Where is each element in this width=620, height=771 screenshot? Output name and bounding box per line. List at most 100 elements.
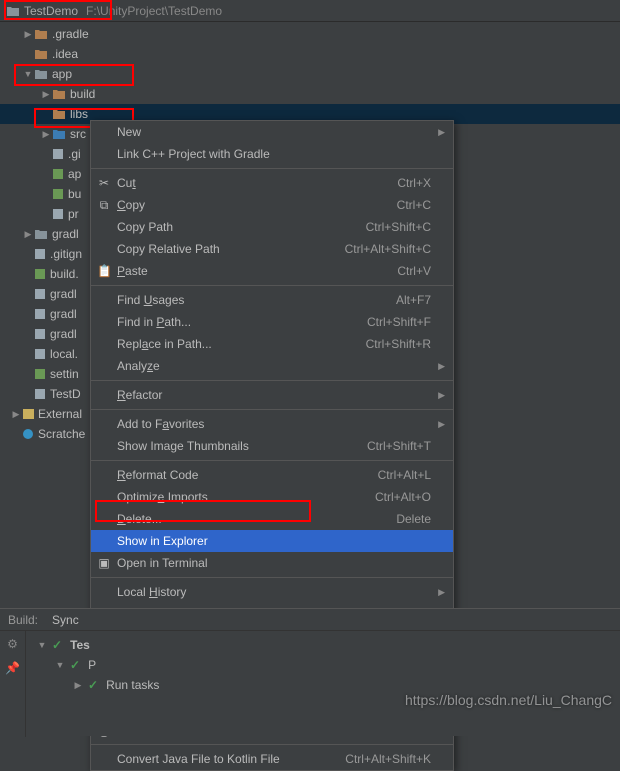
menu-separator <box>91 460 453 461</box>
tree-item-idea[interactable]: .idea <box>0 44 620 64</box>
menu-paste[interactable]: 📋 Paste Ctrl+V <box>91 260 453 282</box>
tree-label: gradl <box>50 327 77 341</box>
build-tool-icon[interactable]: ⚙ <box>7 637 18 651</box>
menu-separator <box>91 380 453 381</box>
terminal-icon: ▣ <box>97 556 111 570</box>
menu-label: Find in Path... <box>117 315 191 329</box>
build-row-project[interactable]: ▼✓Tes <box>26 635 620 655</box>
menu-label: Find Usages <box>117 293 184 307</box>
menu-new[interactable]: New▶ <box>91 121 453 143</box>
menu-shortcut: Ctrl+Shift+C <box>366 220 431 234</box>
pin-icon[interactable]: 📌 <box>5 661 20 675</box>
menu-copy[interactable]: ⧉ Copy Ctrl+C <box>91 194 453 216</box>
menu-separator <box>91 285 453 286</box>
menu-shortcut: Ctrl+C <box>397 198 431 212</box>
breadcrumb: TestDemo F:\UnityProject\TestDemo <box>0 0 620 22</box>
menu-shortcut: Ctrl+Shift+F <box>367 315 431 329</box>
tree-label: gradl <box>50 307 77 321</box>
check-icon: ✓ <box>88 678 98 692</box>
tree-label: bu <box>68 187 81 201</box>
menu-label: Optimize Imports <box>117 490 208 504</box>
menu-refactor[interactable]: Refactor▶ <box>91 384 453 406</box>
menu-find-usages[interactable]: Find UsagesAlt+F7 <box>91 289 453 311</box>
build-header: Build: Sync <box>0 609 620 631</box>
menu-label: Cut <box>117 176 136 190</box>
menu-label: Copy Relative Path <box>117 242 220 256</box>
menu-optimize-imports[interactable]: Optimize Imports Ctrl+Alt+O <box>91 486 453 508</box>
tree-item-gradle[interactable]: ▶.gradle <box>0 24 620 44</box>
cut-icon: ✂ <box>97 176 111 190</box>
paste-icon: 📋 <box>97 264 111 278</box>
menu-label: Open in Terminal <box>117 556 208 570</box>
tree-label: .gradle <box>52 27 89 41</box>
menu-label: Show in Explorer <box>117 534 208 548</box>
menu-shortcut: Ctrl+Shift+R <box>366 337 431 351</box>
chevron-right-icon: ▶ <box>438 127 445 138</box>
chevron-right-icon: ▶ <box>438 419 445 430</box>
menu-label: Refactor <box>117 388 162 402</box>
menu-replace-in-path[interactable]: Replace in Path...Ctrl+Shift+R <box>91 333 453 355</box>
tree-label: build. <box>50 267 79 281</box>
menu-label: Paste <box>117 264 148 278</box>
menu-label: Analyze <box>117 359 160 373</box>
menu-convert-kotlin[interactable]: Convert Java File to Kotlin File Ctrl+Alt… <box>91 748 453 770</box>
check-icon: ✓ <box>52 638 62 652</box>
chevron-right-icon: ▶ <box>438 361 445 372</box>
tree-label: gradl <box>52 227 79 241</box>
tree-label: local. <box>50 347 78 361</box>
tree-label: gradl <box>50 287 77 301</box>
menu-shortcut: Ctrl+X <box>397 176 431 190</box>
tree-item-build[interactable]: ▶build <box>0 84 620 104</box>
menu-reformat-code[interactable]: Reformat CodeCtrl+Alt+L <box>91 464 453 486</box>
tree-label: pr <box>68 207 79 221</box>
menu-delete[interactable]: Delete...Delete <box>91 508 453 530</box>
menu-open-terminal[interactable]: ▣ Open in Terminal <box>91 552 453 574</box>
menu-shortcut: Ctrl+Shift+T <box>367 439 431 453</box>
menu-shortcut: Ctrl+Alt+O <box>375 490 431 504</box>
chevron-right-icon: ▶ <box>438 587 445 598</box>
build-gutter: ⚙ 📌 <box>0 631 26 737</box>
menu-label: Link C++ Project with Gradle <box>117 147 270 161</box>
tree-label: External <box>38 407 82 421</box>
tree-label: Scratche <box>38 427 85 441</box>
menu-separator <box>91 168 453 169</box>
build-panel: Build: Sync ⚙ 📌 ▼✓Tes ▼✓P ▶✓Run tasks <box>0 608 620 736</box>
menu-shortcut: Ctrl+V <box>397 264 431 278</box>
menu-label: Copy Path <box>117 220 173 234</box>
build-label: Run tasks <box>106 678 159 692</box>
build-tree: ▼✓Tes ▼✓P ▶✓Run tasks <box>26 631 620 737</box>
build-row-p[interactable]: ▼✓P <box>26 655 620 675</box>
menu-separator <box>91 409 453 410</box>
build-tab-sync[interactable]: Sync <box>52 613 79 627</box>
menu-separator <box>91 744 453 745</box>
menu-cut[interactable]: ✂ Cut Ctrl+X <box>91 172 453 194</box>
menu-add-favorites[interactable]: Add to Favorites▶ <box>91 413 453 435</box>
menu-separator <box>91 577 453 578</box>
menu-label: Show Image Thumbnails <box>117 439 249 453</box>
menu-copy-relative-path[interactable]: Copy Relative PathCtrl+Alt+Shift+C <box>91 238 453 260</box>
tree-label: src <box>70 127 86 141</box>
watermark: https://blog.csdn.net/Liu_ChangC <box>405 692 612 708</box>
menu-shortcut: Ctrl+Alt+Shift+K <box>345 752 431 766</box>
copy-icon: ⧉ <box>97 198 111 213</box>
tree-label: app <box>52 67 72 81</box>
tree-label: .idea <box>52 47 78 61</box>
build-label: Tes <box>70 638 90 652</box>
tree-label: .gi <box>68 147 81 161</box>
breadcrumb-project[interactable]: TestDemo <box>24 4 78 18</box>
menu-link-cpp[interactable]: Link C++ Project with Gradle <box>91 143 453 165</box>
tree-label: ap <box>68 167 81 181</box>
menu-local-history[interactable]: Local History▶ <box>91 581 453 603</box>
menu-show-in-explorer[interactable]: Show in Explorer <box>91 530 453 552</box>
menu-show-thumbnails[interactable]: Show Image Thumbnails Ctrl+Shift+T <box>91 435 453 457</box>
menu-label: Copy <box>117 198 145 212</box>
menu-find-in-path[interactable]: Find in Path... Ctrl+Shift+F <box>91 311 453 333</box>
tree-item-app[interactable]: ▼app <box>0 64 620 84</box>
menu-analyze[interactable]: Analyze ▶ <box>91 355 453 377</box>
tree-label: build <box>70 87 95 101</box>
menu-label: Convert Java File to Kotlin File <box>117 752 280 766</box>
tree-label: settin <box>50 367 79 381</box>
tree-label: TestD <box>50 387 81 401</box>
menu-copy-path[interactable]: Copy Path Ctrl+Shift+C <box>91 216 453 238</box>
project-folder-icon <box>6 5 20 17</box>
